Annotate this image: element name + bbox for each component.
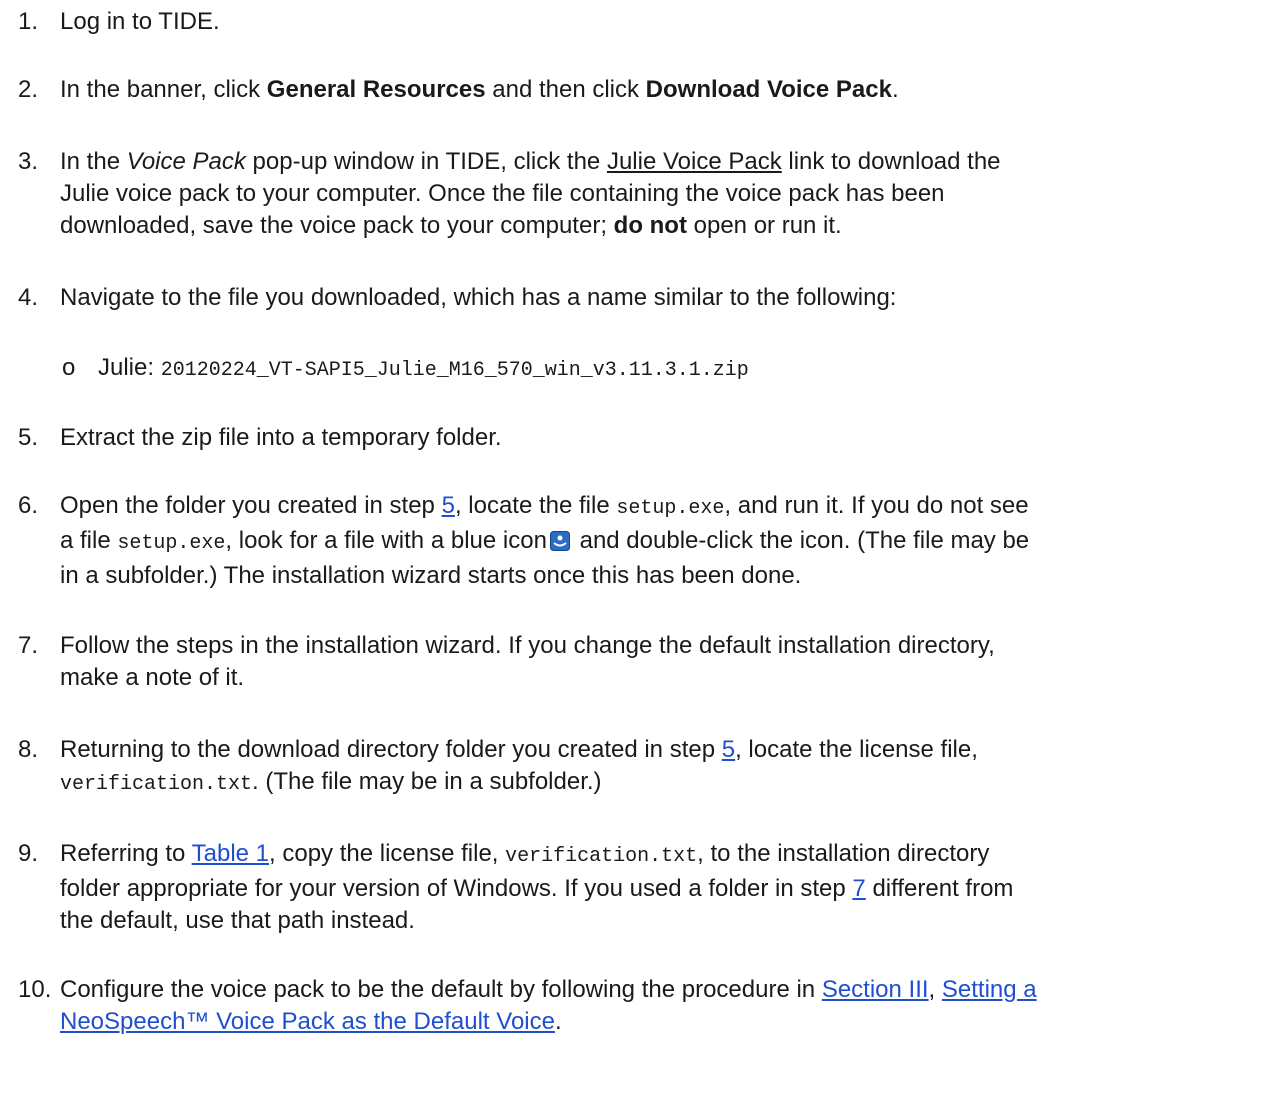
step-text: Open the folder you created in step 5, l… [60, 490, 1270, 592]
text: , [928, 976, 942, 1003]
text: Open the folder you created in step [60, 492, 442, 519]
table-1-link[interactable]: Table 1 [192, 840, 269, 867]
text-line: the default, use that path instead. [60, 907, 415, 934]
zip-filename: 20120224_VT-SAPI5_Julie_M16_570_win_v3.1… [160, 359, 749, 382]
text: Returning to the download directory fold… [60, 736, 722, 763]
step-4-sub-item: o Julie: 20120224_VT-SAPI5_Julie_M16_570_… [62, 352, 749, 387]
section-iii-link[interactable]: Section III [822, 976, 929, 1003]
step-number: 9. [18, 840, 39, 867]
text: , locate the file [454, 492, 617, 519]
step-text: In the Voice Pack pop-up window in TIDE,… [60, 146, 1270, 242]
step-7-link[interactable]: 7 [852, 875, 865, 902]
text: Julie: [98, 354, 161, 381]
text: , look for a file with a blue icon [225, 527, 547, 554]
text: Referring to [60, 840, 192, 867]
general-resources-label: General Resources [266, 76, 486, 103]
step-number: 2. [18, 76, 39, 103]
step-text: In the banner, click General Resources a… [60, 74, 1270, 106]
do-not-bold: do not [613, 212, 687, 239]
step-number: 8. [18, 736, 39, 763]
text: Navigate to the file you downloaded, whi… [60, 284, 897, 311]
step-number: 1. [18, 8, 39, 35]
step-text: Log in to TIDE. [60, 6, 1270, 38]
verification-txt-filename: verification.txt [60, 773, 253, 796]
text: . [554, 1008, 562, 1035]
text: , and run it. If you do not see [724, 492, 1029, 519]
step-text: Extract the zip file into a temporary fo… [60, 422, 1270, 454]
text: , locate the license file, [735, 736, 978, 763]
text: Extract the zip file into a temporary fo… [60, 424, 502, 451]
setting-default-voice-link[interactable]: Setting a [942, 976, 1037, 1003]
text-line: make a note of it. [60, 664, 245, 691]
document-page: 1. Log in to TIDE. 2. In the banner, cli… [0, 0, 1270, 1095]
text: Log in to TIDE. [60, 8, 220, 35]
step-5-link[interactable]: 5 [722, 736, 735, 763]
step-text: Referring to Table 1, copy the license f… [60, 838, 1270, 937]
text: , copy the license file, [269, 840, 506, 867]
installer-icon [549, 528, 570, 551]
setup-exe-filename: setup.exe [117, 532, 226, 555]
bullet: o [62, 354, 76, 381]
step-number: 6. [18, 492, 39, 519]
text: In the banner, click [60, 76, 267, 103]
julie-voice-pack-link[interactable]: Julie Voice Pack [607, 148, 782, 175]
verification-txt-filename: verification.txt [505, 845, 698, 868]
text: . (The file may be in a subfolder.) [252, 768, 602, 795]
setup-exe-filename: setup.exe [616, 497, 725, 520]
step-text: Follow the steps in the installation wiz… [60, 630, 1270, 694]
step-5-link[interactable]: 5 [442, 492, 455, 519]
text: Configure the voice pack to be the defau… [60, 976, 822, 1003]
text: a file [60, 527, 118, 554]
step-number: 7. [18, 632, 39, 659]
step-number: 5. [18, 424, 39, 451]
text-line: in a subfolder.) The installation wizard… [60, 562, 802, 589]
text-line: Follow the steps in the installation wiz… [60, 632, 995, 659]
text: open or run it. [686, 212, 842, 239]
step-number: 10. [18, 976, 52, 1003]
text: . [891, 76, 899, 103]
step-text: Navigate to the file you downloaded, whi… [60, 282, 1270, 314]
text: and double-click the icon. (The file may… [572, 527, 1030, 554]
text: and then click [485, 76, 646, 103]
voice-pack-italic: Voice Pack [126, 148, 246, 175]
step-number: 3. [18, 148, 39, 175]
text-line: Julie voice pack to your computer. Once … [60, 180, 945, 207]
text: pop-up window in TIDE, click the [245, 148, 607, 175]
text: folder appropriate for your version of W… [60, 875, 853, 902]
text: different from [865, 875, 1014, 902]
step-text: Configure the voice pack to be the defau… [60, 974, 1270, 1038]
text: In the [60, 148, 127, 175]
step-text: Returning to the download directory fold… [60, 734, 1270, 801]
setting-default-voice-link[interactable]: NeoSpeech™ Voice Pack as the Default Voi… [60, 1008, 555, 1035]
text: downloaded, save the voice pack to your … [60, 212, 614, 239]
text: link to download the [781, 148, 1001, 175]
text: , to the installation directory [697, 840, 990, 867]
step-number: 4. [18, 284, 39, 311]
download-voice-pack-label: Download Voice Pack [645, 76, 892, 103]
